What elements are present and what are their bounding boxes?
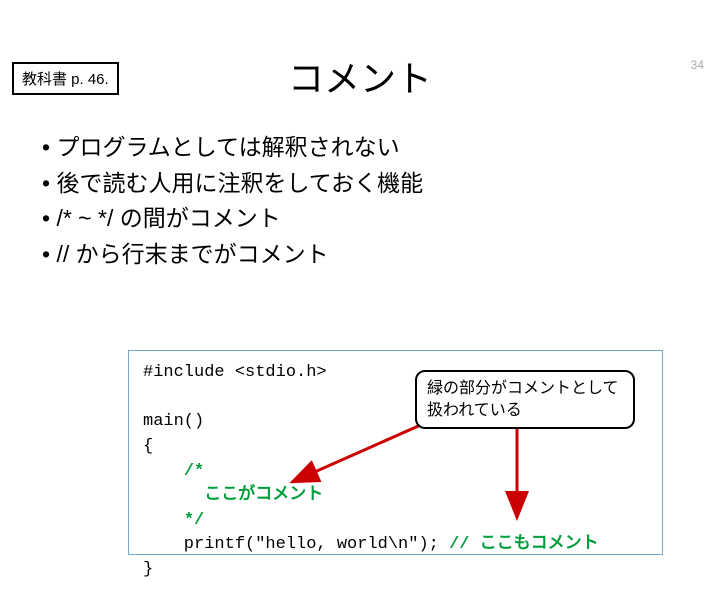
code-indent	[143, 486, 204, 505]
callout-box: 緑の部分がコメントとして扱われている	[415, 370, 635, 429]
code-indent	[143, 462, 184, 481]
list-item: プログラムとしては解釈されない	[42, 130, 720, 166]
code-line: }	[143, 560, 153, 579]
comment-open: /*	[184, 462, 204, 481]
code-line: printf("hello, world\n");	[143, 535, 449, 554]
page-number: 34	[691, 58, 704, 72]
list-item: /* ~ */ の間がコメント	[42, 201, 720, 237]
textbook-reference-box: 教科書 p. 46.	[12, 62, 119, 95]
code-indent	[143, 511, 184, 530]
bullet-list: プログラムとしては解釈されない 後で読む人用に注釈をしておく機能 /* ~ */…	[42, 130, 720, 273]
list-item: // から行末までがコメント	[42, 237, 720, 273]
code-line: {	[143, 437, 153, 456]
code-line: main()	[143, 412, 204, 431]
line-comment: // ここもコメント	[449, 535, 599, 554]
list-item: 後で読む人用に注釈をしておく機能	[42, 166, 720, 202]
comment-text: ここがコメント	[204, 486, 323, 505]
comment-close: */	[184, 511, 204, 530]
code-line: #include <stdio.h>	[143, 363, 327, 382]
